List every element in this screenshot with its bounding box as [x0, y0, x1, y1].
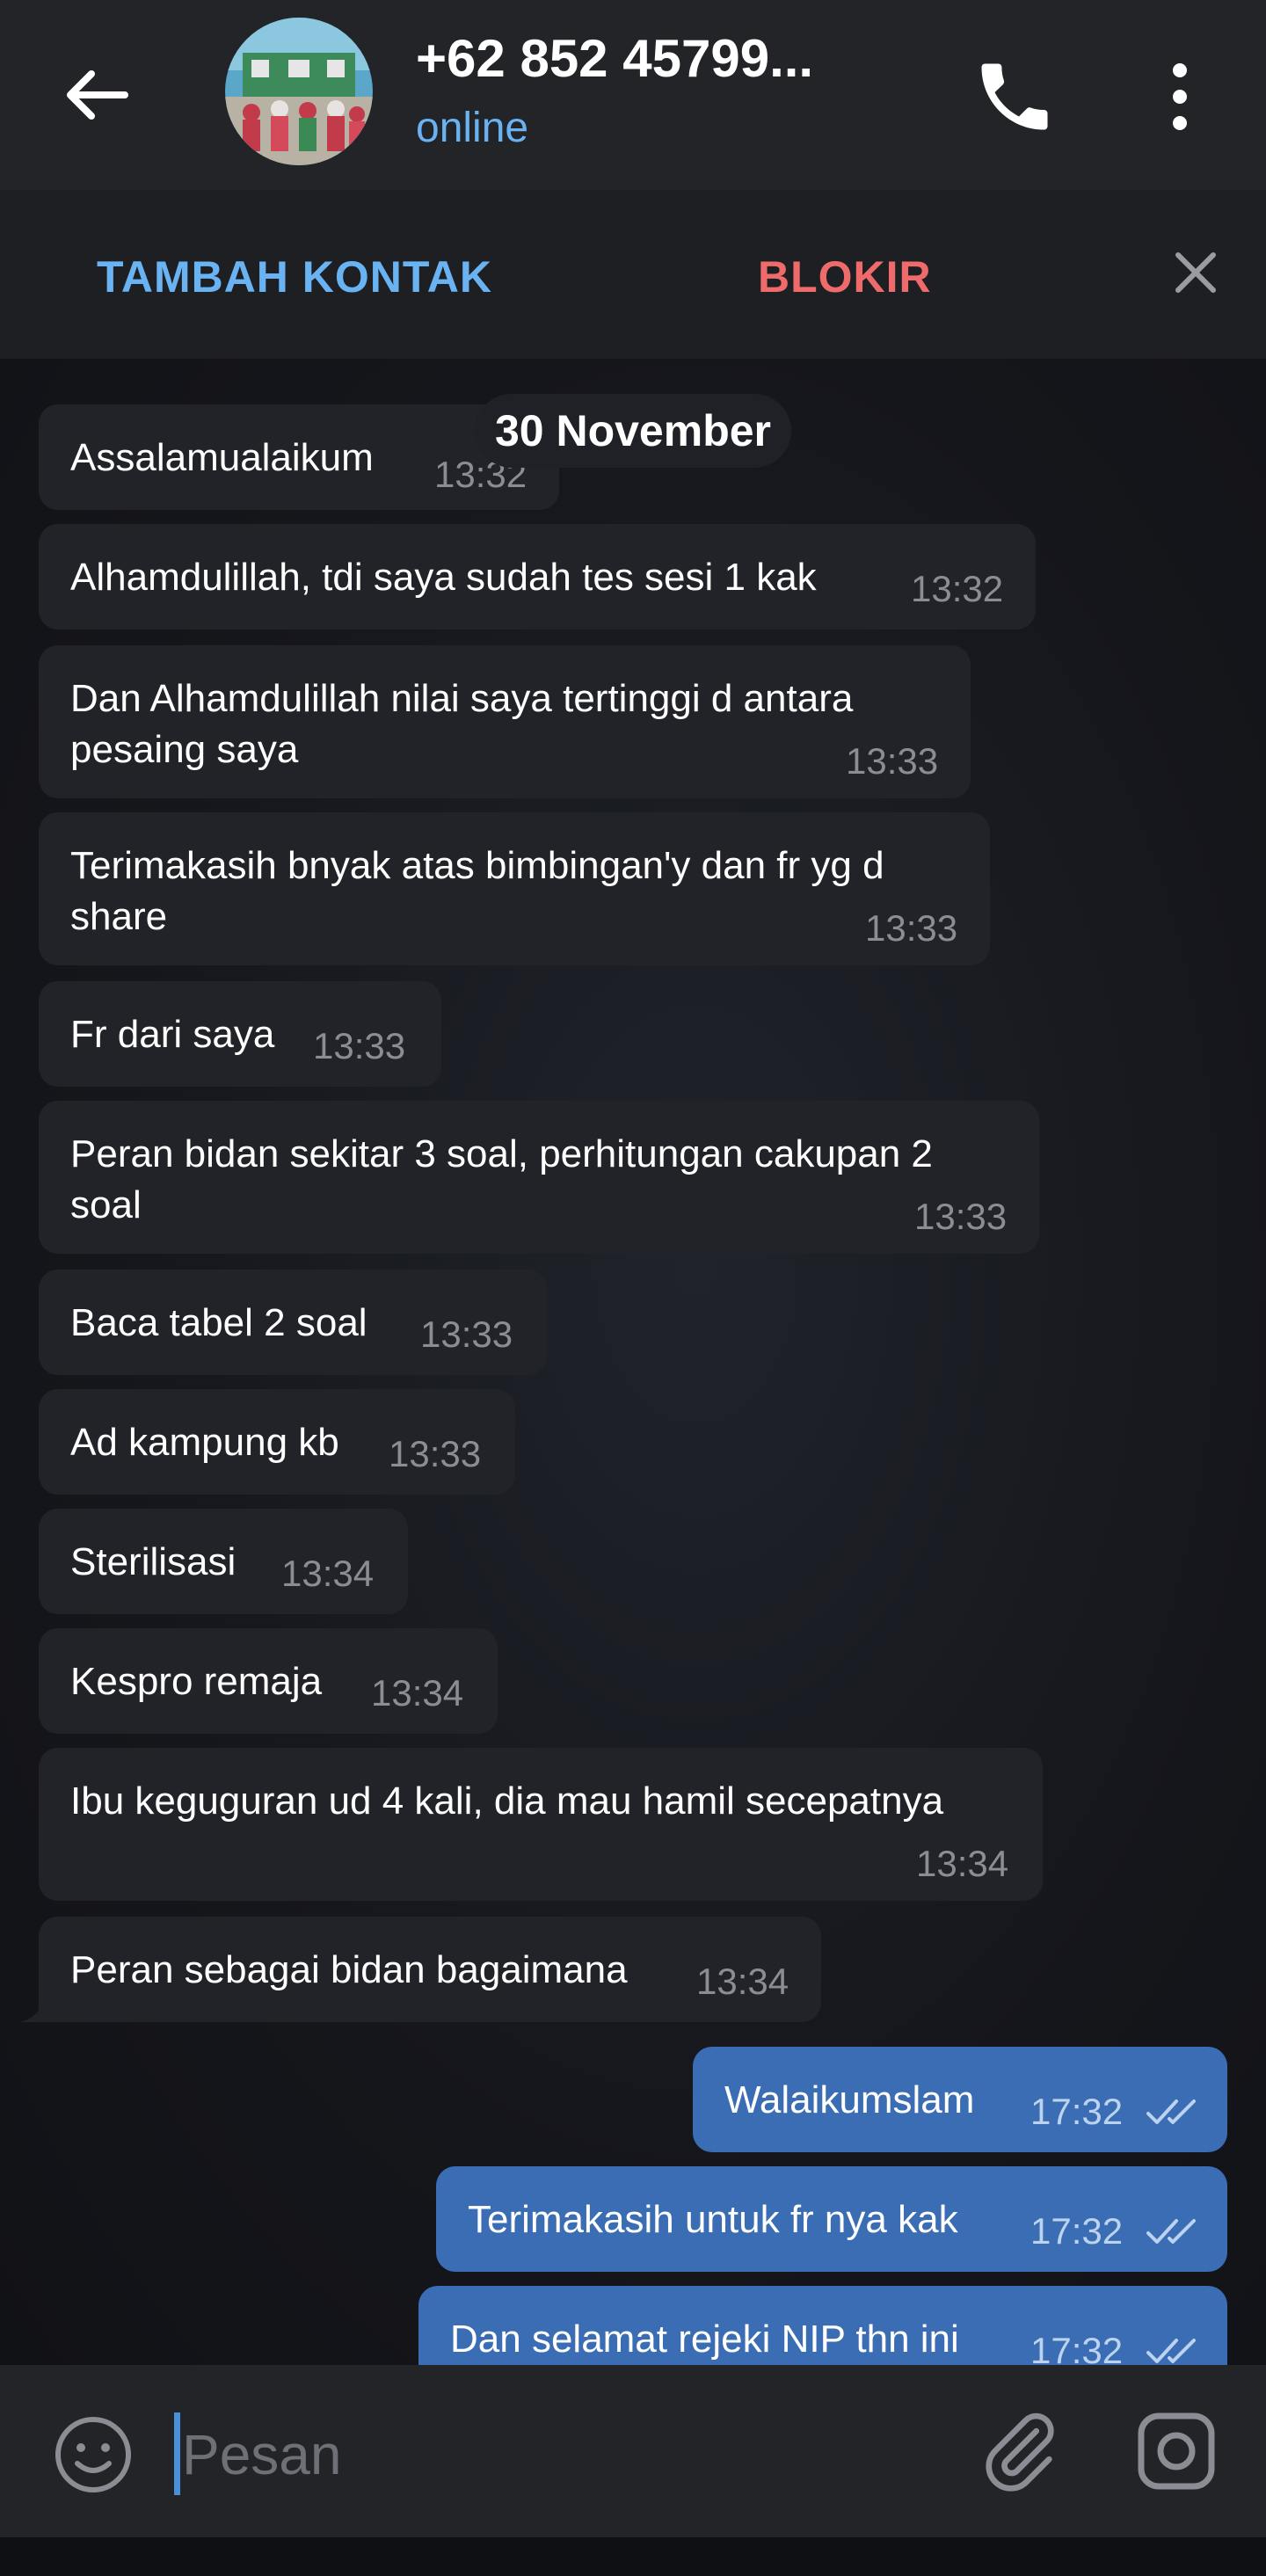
message-input[interactable] — [180, 2414, 905, 2495]
emoji-icon[interactable] — [49, 2411, 137, 2499]
message-time: 17:32 — [1030, 2210, 1124, 2252]
message-text: Ad kampung kb — [70, 1421, 339, 1464]
more-vertical-icon[interactable] — [1143, 53, 1217, 141]
message-time: 17:32 — [1030, 2091, 1124, 2132]
contact-action-bar: TAMBAH KONTAK BLOKIR — [0, 190, 1266, 359]
add-contact-button[interactable]: TAMBAH KONTAK — [97, 251, 492, 302]
close-icon[interactable] — [1160, 237, 1231, 308]
text-cursor — [174, 2412, 180, 2495]
message-time: 13:34 — [371, 1672, 464, 1714]
message-text: Baca tabel 2 soal — [70, 1301, 367, 1344]
message-bubble-incoming[interactable]: Sterilisasi 13:34 — [39, 1509, 408, 1614]
message-time: 13:33 — [865, 907, 958, 949]
message-text: Walaikumslam — [724, 2078, 975, 2121]
block-button[interactable]: BLOKIR — [758, 251, 932, 302]
chat-header: +62 852 45799... online — [0, 0, 1266, 190]
phone-icon[interactable] — [971, 53, 1059, 141]
double-check-icon — [1146, 2219, 1196, 2244]
message-bubble-incoming[interactable]: Terimakasih bnyak atas bimbingan'y dan f… — [39, 812, 990, 965]
message-text: Ibu keguguran ud 4 kali, dia mau hamil s… — [70, 1779, 944, 1823]
message-bubble-incoming[interactable]: Baca tabel 2 soal 13:33 — [39, 1270, 547, 1375]
message-bubble-incoming[interactable]: Ibu keguguran ud 4 kali, dia mau hamil s… — [39, 1748, 1043, 1901]
message-bubble-incoming[interactable]: Peran bidan sekitar 3 soal, perhitungan … — [39, 1101, 1039, 1254]
camera-icon[interactable] — [1132, 2407, 1220, 2495]
message-bubble-incoming[interactable]: Ad kampung kb 13:33 — [39, 1389, 515, 1495]
message-bubble-outgoing[interactable]: Terimakasih untuk fr nya kak 17:32 — [436, 2166, 1227, 2272]
double-check-icon — [1146, 2339, 1196, 2363]
message-bubble-incoming[interactable]: Fr dari saya 13:33 — [39, 981, 441, 1087]
paperclip-icon[interactable] — [976, 2407, 1064, 2495]
back-arrow-icon[interactable] — [53, 53, 141, 141]
message-time: 13:34 — [916, 1843, 1009, 1884]
date-divider: 30 November — [475, 394, 791, 468]
message-time: 13:34 — [696, 1961, 789, 2002]
online-status: online — [416, 105, 529, 151]
chat-title[interactable]: +62 852 45799... — [416, 28, 813, 89]
message-text: Kespro remaja — [70, 1660, 323, 1703]
bubble-tail — [19, 1996, 46, 2022]
message-composer — [0, 2365, 1266, 2537]
message-text: Alhamdulillah, tdi saya sudah tes sesi 1… — [70, 556, 817, 599]
message-bubble-incoming[interactable]: Kespro remaja 13:34 — [39, 1628, 498, 1734]
avatar[interactable] — [225, 18, 373, 165]
double-check-icon — [1146, 2099, 1196, 2124]
message-text: Terimakasih untuk fr nya kak — [468, 2198, 958, 2241]
message-time: 13:33 — [420, 1313, 513, 1355]
message-bubble-incoming[interactable]: Peran sebagai bidan bagaimana 13:34 — [39, 1917, 821, 2022]
message-text: Peran sebagai bidan bagaimana — [70, 1948, 628, 1991]
nav-bar-strip — [0, 2537, 1266, 2576]
message-time: 13:33 — [914, 1196, 1008, 1237]
message-bubble-incoming[interactable]: Dan Alhamdulillah nilai saya tertinggi d… — [39, 645, 971, 798]
message-text: Dan selamat rejeki NIP thn ini — [450, 2318, 959, 2361]
message-text: Assalamualaikum — [70, 436, 374, 479]
message-text: Dan Alhamdulillah nilai saya tertinggi d… — [70, 677, 854, 771]
message-time: 13:32 — [911, 568, 1004, 609]
message-time: 13:33 — [846, 740, 939, 782]
message-text: Peran bidan sekitar 3 soal, perhitungan … — [70, 1132, 933, 1226]
message-text: Sterilisasi — [70, 1540, 236, 1583]
message-text: Terimakasih bnyak atas bimbingan'y dan f… — [70, 844, 884, 938]
message-time: 13:34 — [281, 1553, 375, 1594]
message-time: 13:33 — [313, 1025, 406, 1066]
message-time: 13:33 — [389, 1433, 482, 1474]
message-bubble-outgoing[interactable]: Walaikumslam 17:32 — [693, 2047, 1227, 2152]
message-bubble-incoming[interactable]: Alhamdulillah, tdi saya sudah tes sesi 1… — [39, 524, 1036, 629]
message-text: Fr dari saya — [70, 1013, 275, 1056]
